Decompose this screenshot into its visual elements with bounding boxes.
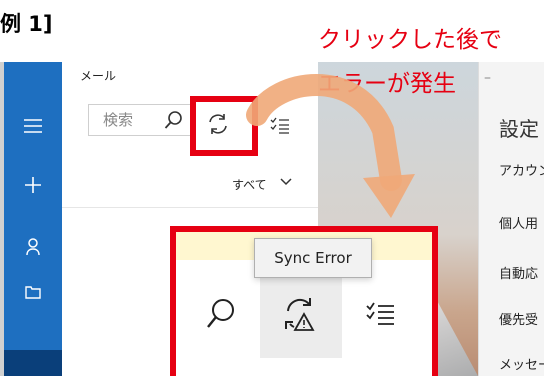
settings-item-focused-inbox[interactable]: 優先受 [499, 309, 538, 328]
settings-title: 設定 [499, 117, 539, 141]
rail-bottom-bar [4, 350, 62, 376]
search-placeholder: 検索 [103, 111, 134, 129]
new-mail-plus-icon[interactable] [4, 170, 62, 200]
settings-item-auto-reply[interactable]: 自動応 [499, 263, 538, 282]
settings-item-message-list[interactable]: メッセー [499, 354, 544, 373]
accounts-person-icon[interactable] [4, 232, 62, 262]
minimize-button[interactable]: – [484, 70, 491, 86]
zoom-selection-mode-icon[interactable] [366, 300, 396, 326]
settings-item-accounts[interactable]: アカウン [499, 160, 544, 179]
annotation-line-1: クリックした後で [318, 27, 502, 53]
settings-item-personalization[interactable]: 個人用 [499, 213, 538, 232]
hamburger-menu-icon[interactable] [4, 111, 62, 141]
search-icon[interactable] [164, 110, 184, 130]
app-title: メール [80, 69, 117, 83]
sync-error-tooltip: Sync Error [254, 238, 372, 278]
example-heading: 例 1] [0, 12, 53, 36]
callout-arrow [246, 74, 415, 218]
sync-error-icon[interactable] [282, 296, 318, 332]
navigation-rail [0, 62, 62, 376]
folders-folder-icon[interactable] [4, 277, 62, 307]
zoom-search-icon[interactable] [206, 298, 236, 330]
